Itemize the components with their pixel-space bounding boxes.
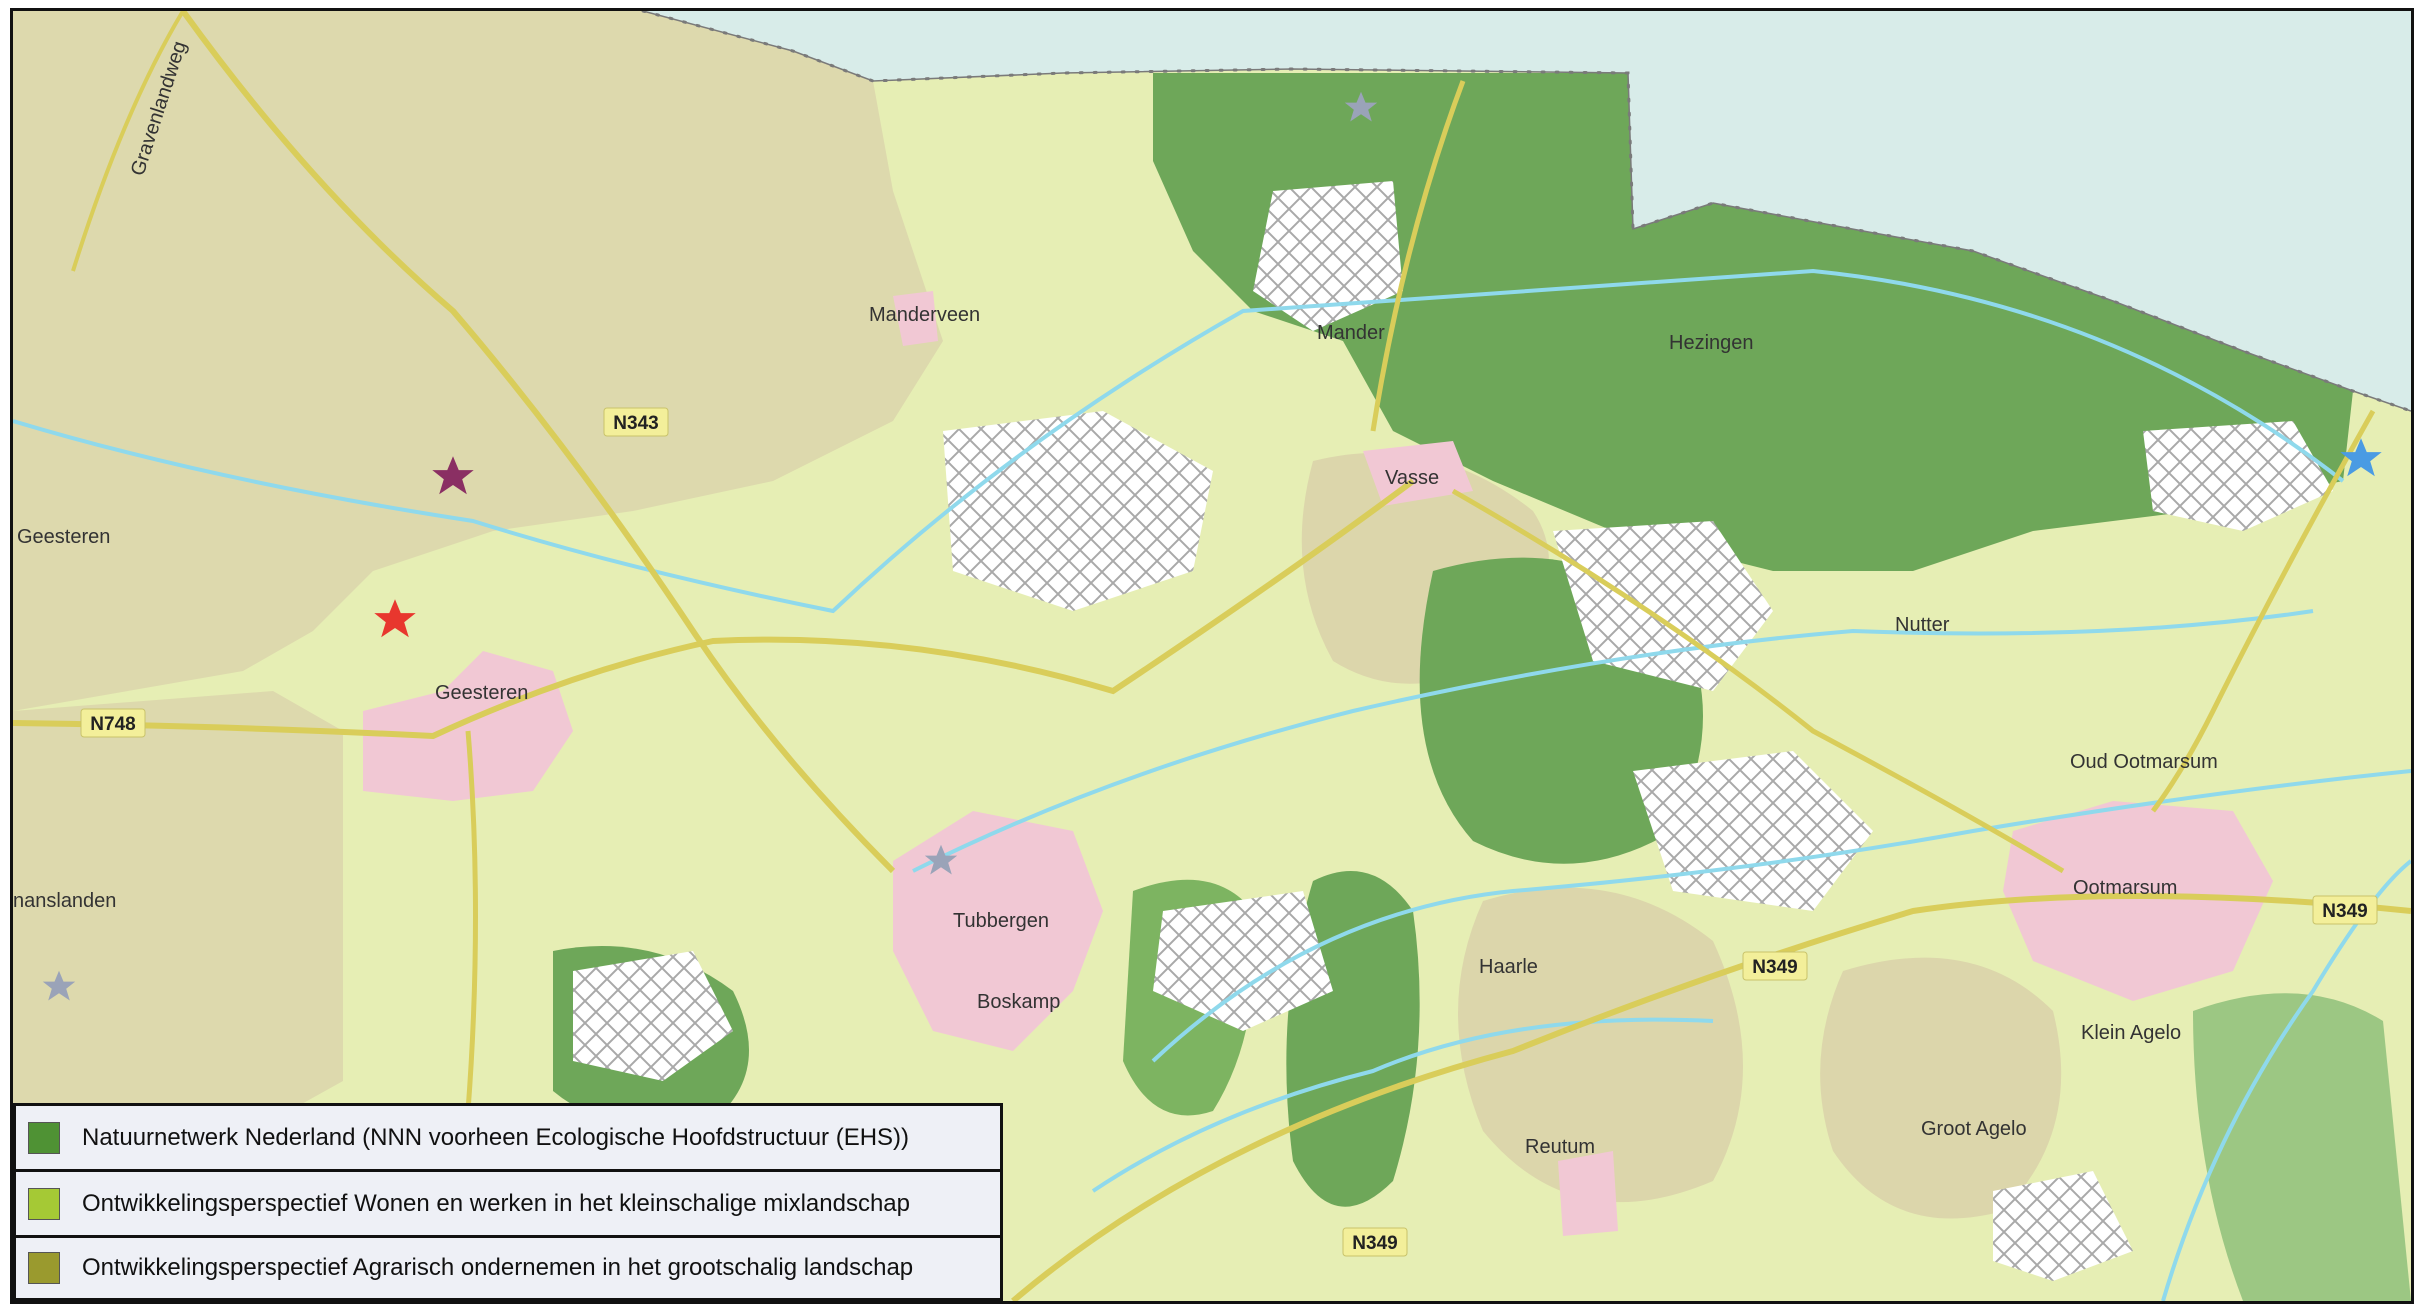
place-label: Geesteren: [435, 682, 528, 704]
built-up-reutum: [1558, 1151, 1618, 1236]
agrarian-area-west: [13, 691, 343, 1141]
place-label: Hezingen: [1669, 332, 1754, 354]
place-label: Geesteren: [17, 526, 110, 548]
legend-label: Ontwikkelingsperspectief Agrarisch onder…: [82, 1254, 914, 1281]
map-frame[interactable]: N343 N748 N349 N349 N349 Manderveen Mand…: [10, 8, 2414, 1304]
place-label: Vasse: [1385, 467, 1439, 489]
place-label: nanslanden: [13, 890, 116, 912]
road-label-n343: N343: [603, 407, 669, 437]
place-label: Oud Ootmarsum: [2070, 751, 2218, 773]
legend-label: Natuurnetwerk Nederland (NNN voorheen Ec…: [82, 1123, 910, 1151]
road-label-n349: N349: [1342, 1227, 1408, 1257]
place-label: Groot Agelo: [1921, 1118, 2027, 1140]
place-label: Tubbergen: [953, 910, 1049, 932]
road-label-n349: N349: [1742, 951, 1808, 981]
agrarian-area-southeast: [1820, 957, 2062, 1219]
legend-swatch: [28, 1121, 60, 1154]
place-label: Klein Agelo: [2081, 1022, 2181, 1044]
legend-item-nature-network: Natuurnetwerk Nederland (NNN voorheen Ec…: [13, 1103, 1003, 1169]
road-label-n748: N748: [80, 708, 146, 738]
svg-text:N349: N349: [1352, 1233, 1397, 1254]
place-label: Mander: [1317, 322, 1385, 344]
place-label: Manderveen: [869, 304, 980, 326]
legend-swatch: [28, 1187, 60, 1220]
svg-text:N349: N349: [2322, 901, 2367, 922]
svg-text:N349: N349: [1752, 957, 1797, 978]
legend-item-mix-landscape: Ontwikkelingsperspectief Wonen en werken…: [13, 1169, 1003, 1235]
place-label: Reutum: [1525, 1136, 1595, 1158]
road-label-n349: N349: [2312, 895, 2378, 925]
legend: Natuurnetwerk Nederland (NNN voorheen Ec…: [13, 1103, 1003, 1301]
place-label: Haarle: [1479, 956, 1538, 978]
legend-item-agrarian-landscape: Ontwikkelingsperspectief Agrarisch onder…: [13, 1235, 1003, 1301]
place-label: Ootmarsum: [2073, 877, 2177, 899]
legend-label: Ontwikkelingsperspectief Wonen en werken…: [82, 1189, 910, 1217]
svg-text:N343: N343: [613, 413, 658, 434]
svg-text:N748: N748: [90, 714, 135, 735]
place-label: Nutter: [1895, 614, 1950, 636]
legend-swatch: [28, 1252, 60, 1284]
place-label: Boskamp: [977, 991, 1060, 1013]
